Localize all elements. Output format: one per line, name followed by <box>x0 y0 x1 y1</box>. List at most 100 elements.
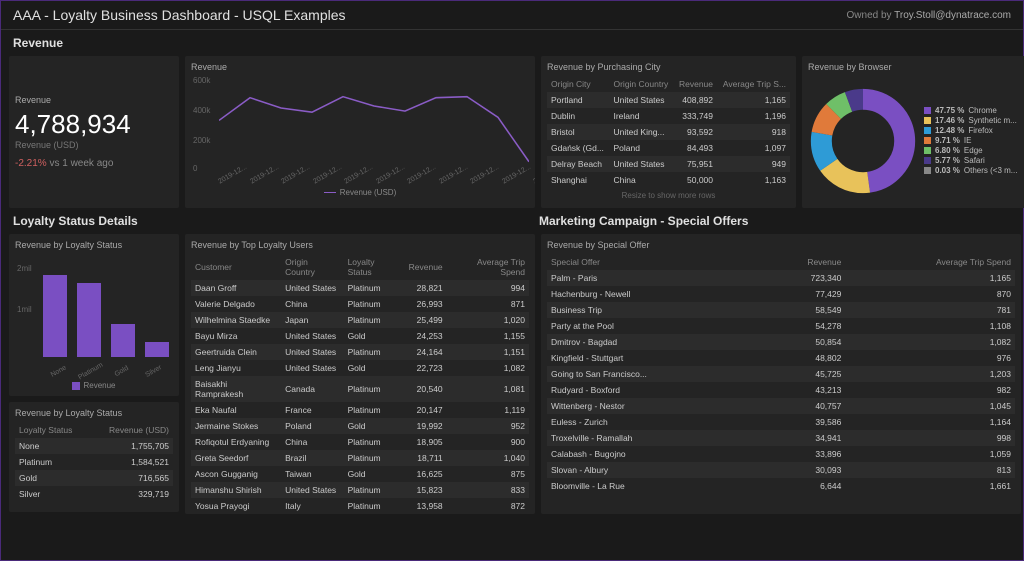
table-row[interactable]: Bayu MirzaUnited StatesGold24,2531,155 <box>191 328 529 344</box>
table-row[interactable]: Rudyard - Boxford43,213982 <box>547 382 1015 398</box>
table-row[interactable]: Party at the Pool54,2781,108 <box>547 318 1015 334</box>
section-revenue-title: Revenue <box>1 30 1023 56</box>
revenue-kpi-card[interactable]: Revenue 4,788,934 Revenue (USD) -2.21% v… <box>9 56 179 208</box>
table-row[interactable]: Hachenburg - Newell77,429870 <box>547 286 1015 302</box>
column-header[interactable]: Revenue <box>759 254 845 270</box>
owner-label: Owned by Troy.Stoll@dynatrace.com <box>847 10 1011 21</box>
chart-legend: Revenue (USD) <box>191 188 529 197</box>
column-header[interactable]: Average Trip Spend <box>845 254 1015 270</box>
table-row[interactable]: Calabash - Bugojno33,8961,059 <box>547 446 1015 462</box>
table-row[interactable]: Kingfield - Stuttgart48,802976 <box>547 350 1015 366</box>
legend-item[interactable]: 0.03 % Others (<3 m... <box>924 166 1017 175</box>
table-row[interactable]: Eka NaufalFrancePlatinum20,1471,119 <box>191 402 529 418</box>
legend-item[interactable]: 47.75 % Chrome <box>924 106 1017 115</box>
legend-item[interactable]: 17.46 % Synthetic m... <box>924 116 1017 125</box>
top-users-table: CustomerOrigin CountryLoyalty StatusReve… <box>191 254 529 514</box>
table-row[interactable]: ShanghaiChina50,0001,163 <box>547 172 790 188</box>
card-title: Revenue by Loyalty Status <box>15 408 173 418</box>
column-header[interactable]: Loyalty Status <box>15 422 90 438</box>
table-row[interactable]: Silver329,719 <box>15 486 173 502</box>
column-header[interactable]: Average Trip Spend <box>447 254 529 280</box>
table-row[interactable]: Rofiqotul ErdyaningChinaPlatinum18,90590… <box>191 434 529 450</box>
table-row[interactable]: Gold716,565 <box>15 470 173 486</box>
kpi-value: 4,788,934 <box>15 109 173 140</box>
column-header[interactable]: Revenue (USD) <box>90 422 173 438</box>
column-header[interactable]: Origin City <box>547 76 609 92</box>
bar <box>111 324 135 357</box>
table-row[interactable]: Platinum1,584,521 <box>15 454 173 470</box>
card-title: Revenue by Loyalty Status <box>15 240 173 250</box>
table-row[interactable]: Gdańsk (Gd...Poland84,4931,097 <box>547 140 790 156</box>
table-row[interactable]: None1,755,705 <box>15 438 173 454</box>
column-header[interactable]: Revenue <box>674 76 717 92</box>
table-row[interactable]: Leng JianyuUnited StatesGold22,7231,082 <box>191 360 529 376</box>
donut-chart <box>808 86 918 196</box>
loyalty-table-card[interactable]: Revenue by Loyalty Status Loyalty Status… <box>9 402 179 512</box>
revenue-browser-card[interactable]: Revenue by Browser 47.75 % Chrome17.46 %… <box>802 56 1024 208</box>
purchasing-city-card[interactable]: Revenue by Purchasing City Origin CityOr… <box>541 56 796 208</box>
column-header[interactable]: Customer <box>191 254 281 280</box>
color-swatch <box>924 137 931 144</box>
column-header[interactable]: Origin Country <box>609 76 673 92</box>
kpi-delta: -2.21% vs 1 week ago <box>15 158 173 169</box>
header: AAA - Loyalty Business Dashboard - USQL … <box>1 1 1023 30</box>
table-row[interactable]: Wittenberg - Nestor40,7571,045 <box>547 398 1015 414</box>
column-header[interactable]: Origin Country <box>281 254 343 280</box>
column-header[interactable]: Loyalty Status <box>344 254 405 280</box>
revenue-line-card[interactable]: Revenue 600k 400k 200k 0 2019-12...2019-… <box>185 56 535 208</box>
table-row[interactable]: Valerie DelgadoChinaPlatinum26,993871 <box>191 296 529 312</box>
bar <box>77 283 101 357</box>
table-row[interactable]: Going to San Francisco...45,7251,203 <box>547 366 1015 382</box>
top-users-card[interactable]: Revenue by Top Loyalty Users CustomerOri… <box>185 234 535 514</box>
table-row[interactable]: Slovan - Albury30,093813 <box>547 462 1015 478</box>
section-marketing-title: Marketing Campaign - Special Offers <box>535 208 1015 234</box>
table-row[interactable]: Troxelville - Ramallah34,941998 <box>547 430 1015 446</box>
table-row[interactable]: Daan GroffUnited StatesPlatinum28,821994 <box>191 280 529 296</box>
page-title: AAA - Loyalty Business Dashboard - USQL … <box>13 7 346 23</box>
table-row[interactable]: Geertruida CleinUnited StatesPlatinum24,… <box>191 344 529 360</box>
table-row[interactable]: Palm - Paris723,3401,165 <box>547 270 1015 286</box>
color-swatch <box>924 117 931 124</box>
column-header[interactable]: Special Offer <box>547 254 759 270</box>
card-title: Revenue by Top Loyalty Users <box>191 240 529 250</box>
line-chart: 600k 400k 200k 0 2019-12...2019-12...201… <box>191 76 529 186</box>
table-row[interactable]: Ascon GugganigTaiwanGold16,625875 <box>191 466 529 482</box>
line-chart-svg <box>219 76 529 171</box>
special-offers-table: Special OfferRevenueAverage Trip Spend P… <box>547 254 1015 494</box>
table-row[interactable]: Jermaine StokesPolandGold19,992952 <box>191 418 529 434</box>
purchasing-city-table: Origin CityOrigin CountryRevenueAverage … <box>547 76 790 188</box>
table-row[interactable]: Yosua PrayogiItalyPlatinum13,958872 <box>191 498 529 514</box>
special-offers-card[interactable]: Revenue by Special Offer Special OfferRe… <box>541 234 1021 514</box>
card-title: Revenue <box>15 95 173 105</box>
legend-item[interactable]: 6.80 % Edge <box>924 146 1017 155</box>
table-row[interactable]: Delray BeachUnited States75,951949 <box>547 156 790 172</box>
color-swatch <box>924 127 931 134</box>
color-swatch <box>924 147 931 154</box>
table-row[interactable]: Bloomville - La Rue6,6441,661 <box>547 478 1015 494</box>
column-header[interactable]: Average Trip S... <box>717 76 790 92</box>
table-row[interactable]: BristolUnited King...93,592918 <box>547 124 790 140</box>
loyalty-bar-card[interactable]: Revenue by Loyalty Status 2mil1mil NoneP… <box>9 234 179 396</box>
color-swatch <box>924 107 931 114</box>
legend-item[interactable]: 5.77 % Safari <box>924 156 1017 165</box>
table-row[interactable]: DublinIreland333,7491,196 <box>547 108 790 124</box>
table-row[interactable]: Baisakhi RamprakeshCanadaPlatinum20,5401… <box>191 376 529 402</box>
table-row[interactable]: Wilhelmina StaedkeJapanPlatinum25,4991,0… <box>191 312 529 328</box>
legend-item[interactable]: 12.48 % Firefox <box>924 126 1017 135</box>
table-row[interactable]: Himanshu ShirishUnited StatesPlatinum15,… <box>191 482 529 498</box>
section-loyalty-title: Loyalty Status Details <box>9 208 529 234</box>
table-row[interactable]: Greta SeedorfBrazilPlatinum18,7111,040 <box>191 450 529 466</box>
legend-item[interactable]: 9.71 % IE <box>924 136 1017 145</box>
color-swatch <box>924 167 931 174</box>
bar-chart: 2mil1mil NonePlatinumGoldSilver <box>15 254 173 379</box>
card-title: Revenue by Browser <box>808 62 1021 72</box>
table-row[interactable]: PortlandUnited States408,8921,165 <box>547 92 790 108</box>
column-header[interactable]: Revenue <box>405 254 447 280</box>
bar <box>145 342 169 357</box>
donut-legend: 47.75 % Chrome17.46 % Synthetic m...12.4… <box>924 106 1017 176</box>
table-row[interactable]: Euless - Zurich39,5861,164 <box>547 414 1015 430</box>
owner-link[interactable]: Troy.Stoll@dynatrace.com <box>894 10 1011 21</box>
table-row[interactable]: Business Trip58,549781 <box>547 302 1015 318</box>
loyalty-table: Loyalty StatusRevenue (USD) None1,755,70… <box>15 422 173 502</box>
table-row[interactable]: Dmitrov - Bagdad50,8541,082 <box>547 334 1015 350</box>
